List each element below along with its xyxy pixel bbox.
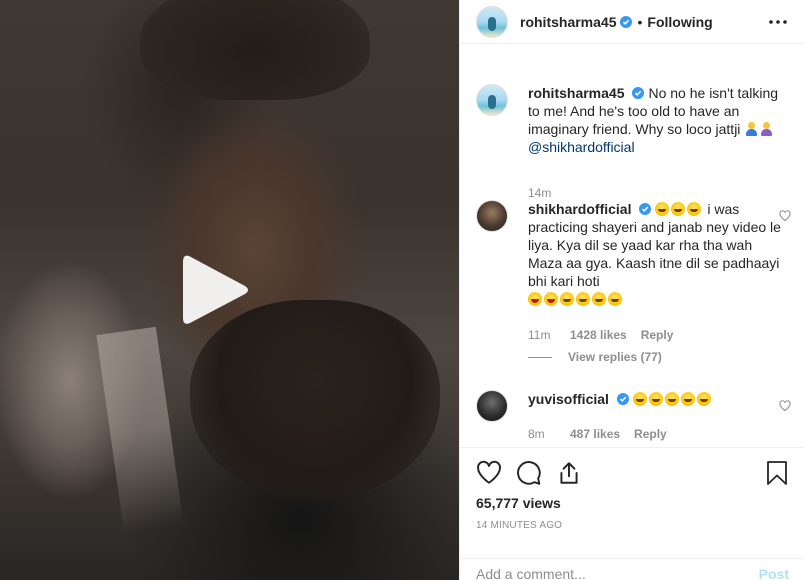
woman-shrugging-emoji-icon	[759, 121, 773, 137]
rofl-emoji-icon	[648, 392, 663, 406]
rofl-emoji-icon	[687, 202, 702, 216]
more-options-icon[interactable]	[768, 12, 788, 32]
post-header: rohitsharma45 • Following	[460, 0, 804, 44]
comment-icon[interactable]	[516, 460, 542, 486]
post-details-panel: rohitsharma45 • Following rohitsharma45 N…	[459, 0, 804, 580]
video-frame-shading	[140, 0, 370, 100]
comment-username[interactable]: yuvisofficial	[528, 391, 609, 407]
comment-meta: 8m 487 likes Reply	[528, 427, 667, 441]
rofl-emoji-icon	[655, 202, 670, 216]
caption-meta: 14m	[528, 186, 556, 200]
comment-input[interactable]	[476, 566, 736, 580]
verified-badge-icon	[616, 393, 629, 405]
mention-link[interactable]: @shikhardofficial	[528, 139, 635, 155]
timestamp: 14m	[528, 186, 552, 200]
action-bar	[476, 460, 789, 486]
comment-meta: 11m 1428 likes Reply	[528, 328, 673, 342]
rofl-emoji-icon	[671, 202, 686, 216]
timestamp: 11m	[528, 328, 551, 342]
comment-text-block: shikhardofficial i was practicing shayer…	[528, 200, 784, 308]
timestamp: 8m	[528, 427, 545, 441]
avatar[interactable]	[476, 200, 508, 232]
video-frame-highlight	[96, 326, 184, 534]
reply-button[interactable]: Reply	[634, 427, 667, 441]
comment-likes[interactable]: 487 likes	[570, 427, 620, 441]
like-comment-heart-icon[interactable]	[779, 210, 791, 222]
avatar[interactable]	[476, 5, 508, 38]
avatar[interactable]	[476, 84, 508, 116]
rofl-emoji-icon	[632, 392, 647, 406]
video-frame-shadow	[190, 300, 440, 500]
divider	[528, 356, 552, 358]
rofl-emoji-icon	[576, 292, 590, 306]
following-button[interactable]: Following	[647, 14, 712, 30]
play-icon[interactable]	[181, 252, 251, 328]
rofl-emoji-icon	[608, 292, 622, 306]
rofl-emoji-icon	[696, 392, 711, 406]
bookmark-icon[interactable]	[765, 460, 789, 486]
header-separator: •	[637, 13, 643, 30]
tongue-emoji-icon	[544, 292, 558, 306]
man-emoji-icon	[744, 121, 758, 137]
view-replies-label: View replies (77)	[568, 350, 662, 364]
author-username[interactable]: rohitsharma45	[520, 14, 616, 30]
rofl-emoji-icon	[592, 292, 606, 306]
view-count[interactable]: 65,777 views	[476, 495, 561, 511]
caption-text-block: rohitsharma45 No no he isn't talking to m…	[528, 84, 784, 156]
comment-likes[interactable]: 1428 likes	[570, 328, 627, 342]
like-comment-heart-icon[interactable]	[779, 400, 791, 412]
caption-username[interactable]: rohitsharma45	[528, 85, 624, 101]
heart-icon[interactable]	[476, 460, 502, 486]
tongue-emoji-icon	[528, 292, 542, 306]
verified-badge-icon	[639, 203, 652, 215]
reply-button[interactable]: Reply	[641, 328, 674, 342]
comment-text-block: yuvisofficial	[528, 390, 784, 408]
rofl-emoji-icon	[664, 392, 679, 406]
post-comment-button[interactable]: Post	[759, 566, 789, 580]
avatar[interactable]	[476, 390, 508, 422]
share-icon[interactable]	[556, 460, 582, 486]
verified-badge-icon	[632, 87, 645, 99]
comment-username[interactable]: shikhardofficial	[528, 201, 631, 217]
video-player[interactable]	[0, 0, 459, 580]
post-actions: 65,777 views 14 MINUTES AGO Post	[460, 447, 804, 580]
add-comment-bar: Post	[460, 558, 804, 580]
verified-badge-icon	[620, 15, 633, 28]
view-replies-button[interactable]: View replies (77)	[528, 350, 662, 364]
rofl-emoji-icon	[680, 392, 695, 406]
post-timestamp: 14 MINUTES AGO	[476, 520, 563, 531]
rofl-emoji-icon	[560, 292, 574, 306]
